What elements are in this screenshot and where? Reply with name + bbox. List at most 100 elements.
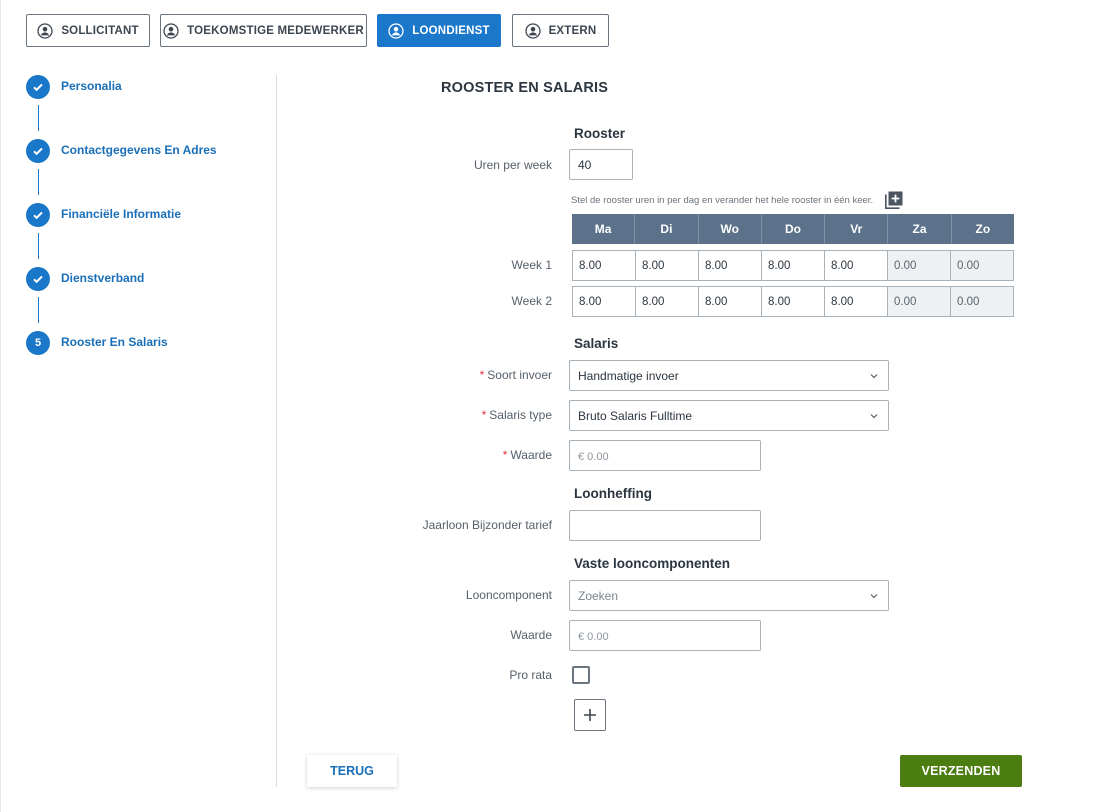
step-done-indicator <box>26 75 50 99</box>
page-title: ROOSTER EN SALARIS <box>441 80 609 96</box>
day-header: Zo <box>975 222 991 236</box>
day-header: Do <box>762 214 826 244</box>
user-icon <box>37 22 53 39</box>
role-tab-loondienst[interactable]: LOONDIENST <box>377 14 501 47</box>
add-looncomponent-button[interactable] <box>574 699 606 731</box>
step-connector <box>38 169 39 195</box>
step-connector <box>38 297 39 323</box>
looncomponent-select[interactable]: Zoeken <box>569 580 889 611</box>
vaste-looncomponenten-heading: Vaste looncomponenten <box>574 556 731 571</box>
schedule-cell[interactable]: 8.00 <box>762 251 825 280</box>
waarde-label-text: Waarde <box>510 448 552 462</box>
soort-invoer-select[interactable]: Handmatige invoer <box>569 360 889 391</box>
schedule-cell[interactable]: 8.00 <box>699 287 762 316</box>
step-label: Personalia <box>61 79 122 93</box>
schedule-cell[interactable]: 0.00 <box>888 251 951 280</box>
schedule-row-week-2: 8.00 8.00 8.00 8.00 8.00 0.00 0.00 <box>572 286 1014 317</box>
schedule-cell[interactable]: 8.00 <box>762 287 825 316</box>
role-tab-label: LOONDIENST <box>412 24 490 37</box>
schedule-cell[interactable]: 0.00 <box>888 287 951 316</box>
role-tab-label: TOEKOMSTIGE MEDEWERKER <box>187 24 364 37</box>
check-icon <box>33 83 43 92</box>
schedule-grid: Ma Di Wo Do Vr Za Zo 8.00 8.00 8.00 8.00… <box>572 214 1014 317</box>
day-header: Di <box>635 214 699 244</box>
role-tab-label: SOLLICITANT <box>61 24 139 37</box>
step-connector <box>38 105 39 131</box>
rooster-heading: Rooster <box>574 126 626 141</box>
jaarloon-label: Jaarloon Bijzonder tarief <box>422 518 552 532</box>
soort-invoer-label: * Soort invoer <box>480 368 552 382</box>
page-frame: SOLLICITANT TOEKOMSTIGE MEDEWERKER LOOND… <box>0 0 1100 812</box>
schedule-cell[interactable]: 8.00 <box>636 287 699 316</box>
schedule-cell[interactable]: 8.00 <box>573 251 636 280</box>
check-icon <box>33 147 43 156</box>
component-waarde-input[interactable] <box>569 620 761 651</box>
submit-button[interactable]: VERZENDEN <box>900 755 1022 787</box>
step-label: Contactgegevens En Adres <box>61 143 217 157</box>
step-number-indicator: 5 <box>26 331 50 355</box>
schedule-header: Ma Di Wo Do Vr Za Zo <box>572 214 1014 244</box>
user-icon <box>524 22 541 39</box>
schedule-cell[interactable]: 8.00 <box>825 287 888 316</box>
chevron-down-icon <box>870 414 878 419</box>
required-mark: * <box>502 448 508 462</box>
salaris-waarde-input[interactable] <box>569 440 761 471</box>
looncomponent-label: Looncomponent <box>465 588 552 602</box>
step-connector <box>38 233 39 259</box>
day-header: Za <box>888 214 952 244</box>
schedule-cell[interactable]: 8.00 <box>636 251 699 280</box>
role-tab-sollicitant[interactable]: SOLLICITANT <box>26 14 150 47</box>
schedule-cell[interactable]: 8.00 <box>825 251 888 280</box>
step-dienstverband[interactable]: Dienstverband <box>26 267 144 291</box>
schedule-cell[interactable]: 8.00 <box>699 251 762 280</box>
salaris-type-label: * Salaris type <box>482 408 552 422</box>
step-personalia[interactable]: Personalia <box>26 75 122 99</box>
step-done-indicator <box>26 267 50 291</box>
required-mark: * <box>481 408 487 422</box>
looncomponent-placeholder: Zoeken <box>578 588 619 603</box>
step-label: Financiële Informatie <box>61 207 182 221</box>
role-tab-extern[interactable]: EXTERN <box>512 14 609 47</box>
step-label: Rooster En Salaris <box>61 335 168 349</box>
salaris-type-select[interactable]: Bruto Salaris Fulltime <box>569 400 889 431</box>
component-waarde-label: Waarde <box>510 628 552 642</box>
role-tab-label: EXTERN <box>548 24 597 37</box>
hours-label: Uren per week <box>473 158 552 172</box>
sidebar-divider <box>276 75 277 787</box>
loonheffing-heading: Loonheffing <box>574 486 652 501</box>
waarde-label: * Waarde <box>503 448 552 462</box>
jaarloon-input[interactable] <box>569 510 761 541</box>
day-header: Ma <box>572 214 636 244</box>
hours-per-week-input[interactable] <box>569 149 633 180</box>
day-header: Wo <box>699 214 762 244</box>
plus-icon <box>584 709 596 721</box>
step-done-indicator <box>26 203 50 227</box>
check-icon <box>33 211 43 220</box>
step-contactgegevens[interactable]: Contactgegevens En Adres <box>26 139 217 163</box>
step-financiele-informatie[interactable]: Financiële Informatie <box>26 203 181 227</box>
day-header: Vr <box>825 214 889 244</box>
step-done-indicator <box>26 139 50 163</box>
schedule-row-week-1: 8.00 8.00 8.00 8.00 8.00 0.00 0.00 <box>572 250 1014 281</box>
chevron-down-icon <box>870 374 878 379</box>
soort-invoer-value: Handmatige invoer <box>578 368 679 383</box>
salaris-heading: Salaris <box>574 336 619 351</box>
schedule-cell[interactable]: 0.00 <box>951 287 1013 316</box>
step-rooster-en-salaris[interactable]: 5 Rooster En Salaris <box>26 331 168 355</box>
back-button[interactable]: TERUG <box>307 755 397 787</box>
week-1-label: Week 1 <box>511 258 552 272</box>
salaris-type-label-text: Salaris type <box>489 408 552 422</box>
rooster-hint: Stel de rooster uren in per dag en veran… <box>571 195 874 206</box>
schedule-cell[interactable]: 0.00 <box>951 251 1013 280</box>
step-label: Dienstverband <box>61 271 145 285</box>
salaris-type-value: Bruto Salaris Fulltime <box>578 408 693 423</box>
week-2-label: Week 2 <box>511 294 552 308</box>
chevron-down-icon <box>870 594 878 599</box>
user-icon <box>388 22 404 39</box>
schedule-cell[interactable]: 8.00 <box>573 287 636 316</box>
user-icon <box>163 22 179 39</box>
role-tab-toekomstige-medewerker[interactable]: TOEKOMSTIGE MEDEWERKER <box>160 14 367 47</box>
pro-rata-label: Pro rata <box>509 668 552 682</box>
copy-schedule-icon[interactable] <box>885 191 903 209</box>
pro-rata-checkbox[interactable] <box>572 666 590 684</box>
